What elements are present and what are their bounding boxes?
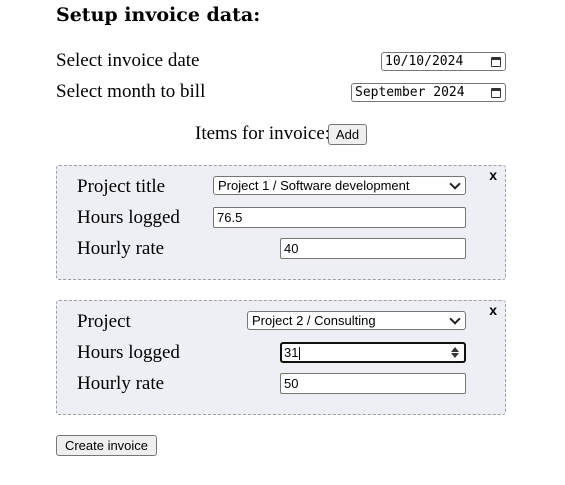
items-label: Items for invoice: [195,123,331,144]
invoice-date-value: 10/10/2024 [385,54,464,69]
bill-month-input[interactable]: September 2024 [351,83,506,102]
project-select[interactable]: Project 2 / Consulting [247,311,466,330]
hours-logged-label: Hours logged [77,207,180,228]
project-label: Project [77,311,131,332]
chevron-down-icon [449,177,461,190]
invoice-item-panel: x Project Project 2 / Consulting Hours l… [56,300,506,415]
create-invoice-button[interactable]: Create invoice [56,435,157,456]
project-select[interactable]: Project 1 / Software development [213,176,466,195]
hours-logged-input[interactable]: 76.5 [213,207,466,228]
hourly-rate-input[interactable]: 50 [280,373,466,394]
close-icon[interactable]: x [489,302,497,318]
invoice-item-panel: x Project title Project 1 / Software dev… [56,165,506,280]
hourly-rate-input[interactable]: 40 [280,238,466,259]
hourly-rate-label: Hourly rate [77,373,165,394]
bill-month-value: September 2024 [355,85,465,100]
invoice-date-label: Select invoice date [56,50,200,71]
hours-logged-label: Hours logged [77,342,180,363]
project-title-label: Project title [77,176,166,197]
hours-logged-value: 31 [284,344,299,360]
hourly-rate-label: Hourly rate [77,238,165,259]
page-title: Setup invoice data: [56,4,261,26]
bill-month-label: Select month to bill [56,81,206,102]
stepper-up-icon[interactable] [451,347,459,352]
calendar-icon[interactable] [491,87,501,98]
chevron-down-icon [449,312,461,325]
project-select-value: Project 2 / Consulting [252,313,376,328]
stepper-down-icon[interactable] [451,353,459,358]
hourly-rate-value: 40 [284,241,299,256]
hourly-rate-value: 50 [284,376,299,391]
invoice-setup-page: Setup invoice data: Select invoice date … [0,0,565,485]
close-icon[interactable]: x [489,167,497,183]
hours-logged-value: 76.5 [217,210,243,225]
calendar-icon[interactable] [491,56,501,67]
project-select-value: Project 1 / Software development [218,178,410,193]
add-item-button[interactable]: Add [328,124,367,145]
invoice-date-input[interactable]: 10/10/2024 [381,52,506,71]
hours-logged-input[interactable]: 31 [280,342,466,363]
number-stepper[interactable] [451,347,459,358]
text-caret [299,347,301,361]
